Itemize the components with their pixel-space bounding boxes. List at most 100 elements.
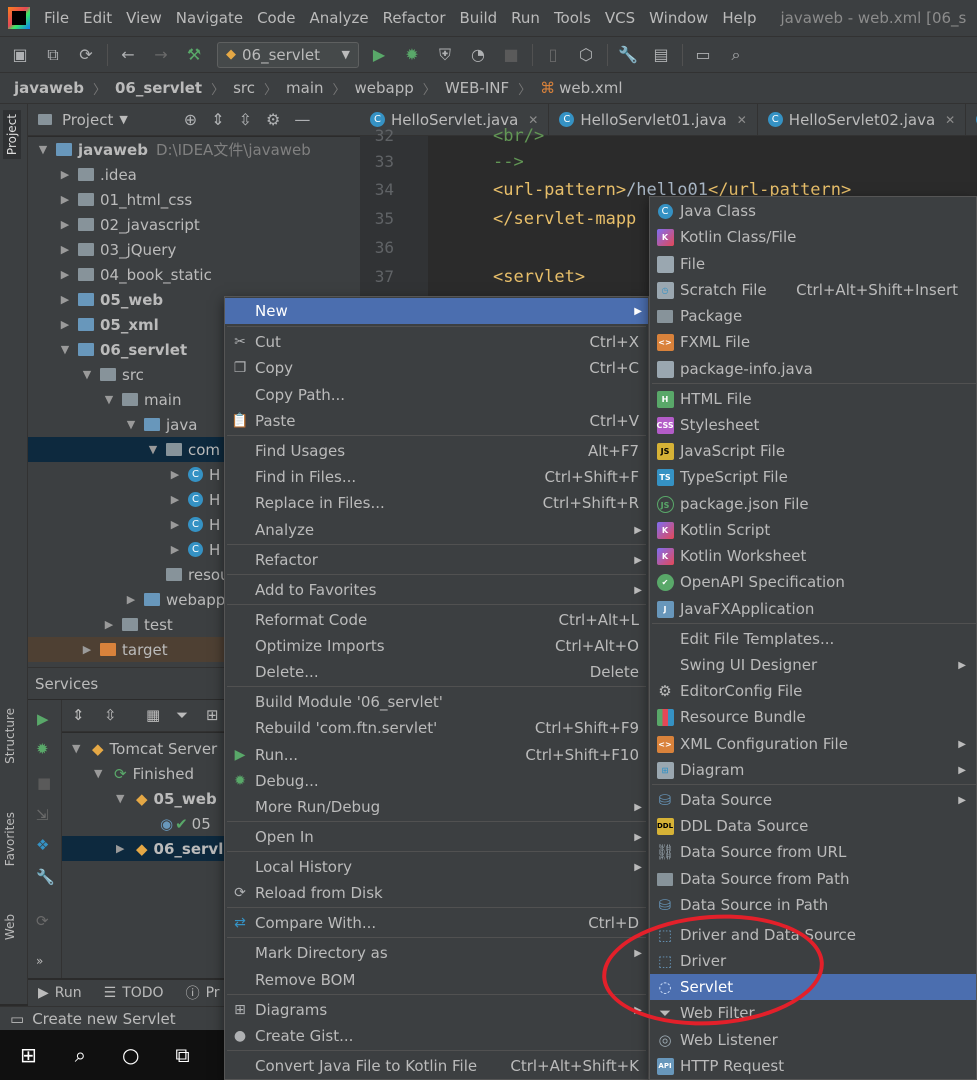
cortana-icon[interactable]: ○ bbox=[122, 1043, 139, 1067]
menu-build[interactable]: Build bbox=[460, 9, 498, 27]
wrench-icon[interactable]: 🔧 bbox=[36, 868, 55, 886]
expand-all-icon[interactable]: ⇕ bbox=[72, 706, 85, 724]
menu-item-analyze[interactable]: Analyze ▶ bbox=[225, 517, 648, 543]
submenu-item-web-filter[interactable]: ⏷ Web Filter bbox=[650, 1000, 976, 1026]
menu-item-add-to-favorites[interactable]: Add to Favorites ▶ bbox=[225, 577, 648, 603]
tree-node[interactable]: ▼ javaweb D:\IDEA文件\javaweb bbox=[28, 137, 360, 162]
menu-item-paste[interactable]: 📋 Paste Ctrl+V bbox=[225, 408, 648, 434]
run-icon[interactable]: ▶ bbox=[37, 710, 49, 728]
breadcrumb-item[interactable]: main bbox=[286, 79, 323, 97]
editor-tab[interactable]: C bbox=[966, 104, 977, 136]
menu-run[interactable]: Run bbox=[511, 9, 540, 27]
menu-help[interactable]: Help bbox=[722, 9, 756, 27]
menu-item-convert-to-kotlin[interactable]: Convert Java File to Kotlin File Ctrl+Alt… bbox=[225, 1053, 648, 1079]
submenu-item-java-class[interactable]: C Java Class bbox=[650, 198, 976, 224]
gear-icon[interactable]: ⚙ bbox=[266, 110, 280, 129]
group-icon[interactable]: ▦ bbox=[146, 706, 160, 724]
save-icon[interactable]: ▣ bbox=[7, 42, 33, 68]
submenu-item-package-info[interactable]: package-info.java bbox=[650, 356, 976, 382]
menu-refactor[interactable]: Refactor bbox=[383, 9, 446, 27]
menu-item-local-history[interactable]: Local History ▶ bbox=[225, 854, 648, 880]
menu-item-cut[interactable]: ✂ Cut Ctrl+X bbox=[225, 329, 648, 355]
menu-item-new[interactable]: New ▶ bbox=[225, 298, 648, 324]
submenu-item-servlet[interactable]: ◌ Servlet bbox=[650, 974, 976, 1000]
close-icon[interactable]: ✕ bbox=[737, 113, 747, 127]
tree-node[interactable]: ▶ 02_javascript bbox=[28, 212, 360, 237]
submenu-item-javafx-application[interactable]: J JavaFXApplication bbox=[650, 596, 976, 622]
submenu-item-http-request[interactable]: API HTTP Request bbox=[650, 1053, 976, 1079]
submenu-item-openapi[interactable]: ✔ OpenAPI Specification bbox=[650, 569, 976, 595]
menu-item-mark-directory[interactable]: Mark Directory as ▶ bbox=[225, 940, 648, 966]
menu-item-open-in[interactable]: Open In ▶ bbox=[225, 824, 648, 850]
chevron-down-icon[interactable]: ▼ bbox=[119, 113, 127, 126]
debug-icon[interactable]: ✹ bbox=[399, 42, 425, 68]
editor-tab[interactable]: C HelloServlet01.java ✕ bbox=[549, 103, 758, 136]
submenu-item-kotlin-script[interactable]: K Kotlin Script bbox=[650, 517, 976, 543]
project-panel-title[interactable]: Project bbox=[62, 111, 113, 129]
submenu-item-javascript-file[interactable]: JS JavaScript File bbox=[650, 438, 976, 464]
submenu-item-data-source-url[interactable]: ⛓ Data Source from URL bbox=[650, 839, 976, 865]
menu-item-more-run-debug[interactable]: More Run/Debug ▶ bbox=[225, 794, 648, 820]
submenu-item-driver[interactable]: ⬚ Driver bbox=[650, 948, 976, 974]
menu-item-reload-from-disk[interactable]: ⟳ Reload from Disk bbox=[225, 880, 648, 906]
stop-icon[interactable]: ■ bbox=[37, 774, 51, 792]
menu-item-copy[interactable]: ❐ Copy Ctrl+C bbox=[225, 355, 648, 381]
submenu-item-typescript-file[interactable]: TS TypeScript File bbox=[650, 464, 976, 490]
menu-item-delete[interactable]: Delete... Delete bbox=[225, 659, 648, 685]
menu-window[interactable]: Window bbox=[649, 9, 708, 27]
tool-tab-run[interactable]: Run bbox=[55, 985, 82, 1001]
forward-icon[interactable]: → bbox=[148, 42, 174, 68]
menu-item-find-usages[interactable]: Find Usages Alt+F7 bbox=[225, 438, 648, 464]
submenu-item-kotlin-worksheet[interactable]: K Kotlin Worksheet bbox=[650, 543, 976, 569]
menu-item-remove-bom[interactable]: Remove BOM bbox=[225, 967, 648, 993]
menu-item-reformat-code[interactable]: Reformat Code Ctrl+Alt+L bbox=[225, 607, 648, 633]
hammer-icon[interactable]: ⚒ bbox=[181, 42, 207, 68]
deploy-icon[interactable]: ⇲ bbox=[36, 806, 49, 824]
tool-tab-favorites[interactable]: Favorites bbox=[3, 812, 17, 866]
submenu-item-data-source-in-path[interactable]: ⛁ Data Source in Path bbox=[650, 892, 976, 918]
tree-node[interactable]: ▶ 03_jQuery bbox=[28, 237, 360, 262]
menu-item-run[interactable]: ▶ Run... Ctrl+Shift+F10 bbox=[225, 742, 648, 768]
collapse-all-icon[interactable]: ⇳ bbox=[104, 706, 117, 724]
submenu-item-data-source-path[interactable]: Data Source from Path bbox=[650, 866, 976, 892]
submenu-item-swing-ui-designer[interactable]: Swing UI Designer ▶ bbox=[650, 652, 976, 678]
breadcrumb-item[interactable]: web.xml bbox=[559, 79, 622, 97]
expand-all-icon[interactable]: ⇕ bbox=[211, 110, 224, 129]
coverage-icon[interactable]: ⛨ bbox=[432, 42, 458, 68]
menu-analyze[interactable]: Analyze bbox=[309, 9, 368, 27]
menu-navigate[interactable]: Navigate bbox=[176, 9, 243, 27]
search-icon[interactable]: ⌕ bbox=[75, 1043, 86, 1067]
submenu-item-stylesheet[interactable]: CSS Stylesheet bbox=[650, 412, 976, 438]
submenu-item-html-file[interactable]: H HTML File bbox=[650, 386, 976, 412]
collapse-all-icon[interactable]: ⇳ bbox=[239, 110, 252, 129]
wrench-icon[interactable]: 🔧 bbox=[615, 42, 641, 68]
menu-view[interactable]: View bbox=[126, 9, 162, 27]
menu-item-find-in-files[interactable]: Find in Files... Ctrl+Shift+F bbox=[225, 464, 648, 490]
tree-node[interactable]: ▶ 04_book_static bbox=[28, 262, 360, 287]
menu-file[interactable]: File bbox=[44, 9, 69, 27]
menu-item-diagrams[interactable]: ⊞ Diagrams ▶ bbox=[225, 997, 648, 1023]
submenu-item-fxml-file[interactable]: <> FXML File bbox=[650, 329, 976, 355]
close-icon[interactable]: ✕ bbox=[528, 113, 538, 127]
tree-node[interactable]: ▶ 01_html_css bbox=[28, 187, 360, 212]
submenu-item-scratch-file[interactable]: ◷ Scratch File Ctrl+Alt+Shift+Insert bbox=[650, 277, 976, 303]
menu-item-copy-path[interactable]: Copy Path... bbox=[225, 382, 648, 408]
breadcrumb-item[interactable]: WEB-INF bbox=[445, 79, 509, 97]
box-icon[interactable]: ⬡ bbox=[573, 42, 599, 68]
menu-item-optimize-imports[interactable]: Optimize Imports Ctrl+Alt+O bbox=[225, 633, 648, 659]
submenu-item-resource-bundle[interactable]: Resource Bundle bbox=[650, 704, 976, 730]
more-icon[interactable]: » bbox=[36, 954, 43, 968]
submenu-item-ddl-data-source[interactable]: DDL DDL Data Source bbox=[650, 813, 976, 839]
run-configuration-select[interactable]: ◆ 06_servlet ▼ bbox=[217, 41, 359, 68]
menu-item-create-gist[interactable]: ● Create Gist... bbox=[225, 1023, 648, 1049]
submenu-item-web-listener[interactable]: ◎ Web Listener bbox=[650, 1027, 976, 1053]
device-icon[interactable]: ▯ bbox=[540, 42, 566, 68]
menu-item-refactor[interactable]: Refactor ▶ bbox=[225, 547, 648, 573]
menu-vcs[interactable]: VCS bbox=[605, 9, 635, 27]
breadcrumb-item[interactable]: javaweb bbox=[14, 79, 84, 97]
submenu-item-package-json[interactable]: JS package.json File bbox=[650, 491, 976, 517]
submenu-item-editorconfig[interactable]: ⚙ EditorConfig File bbox=[650, 678, 976, 704]
locate-icon[interactable]: ⊕ bbox=[184, 110, 197, 129]
add-service-icon[interactable]: ⊞ bbox=[206, 706, 219, 724]
tool-tab-structure[interactable]: Structure bbox=[3, 708, 17, 764]
